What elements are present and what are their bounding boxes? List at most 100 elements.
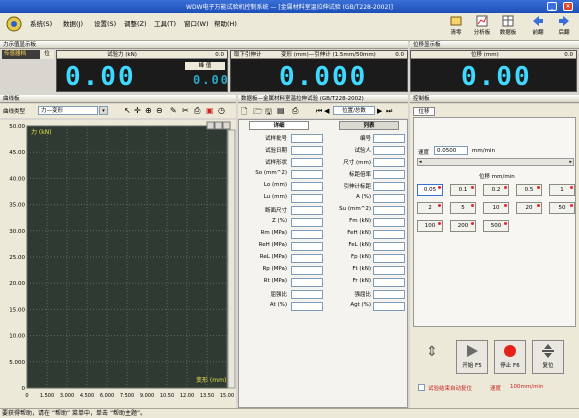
first-record-icon[interactable]: ⏮ bbox=[316, 107, 322, 116]
print-icon[interactable]: ⎙ bbox=[194, 106, 200, 116]
table-field-value[interactable] bbox=[373, 278, 405, 287]
table-field-value[interactable] bbox=[291, 290, 323, 299]
jog-updown-icon[interactable]: ⇕ bbox=[424, 344, 440, 366]
table-field-value[interactable] bbox=[373, 194, 405, 203]
data-board-button[interactable]: 数据板 bbox=[495, 15, 521, 39]
menu-help[interactable]: 帮助(H) bbox=[214, 18, 237, 28]
tab-displacement[interactable]: 位移 bbox=[413, 107, 435, 116]
table-field-value[interactable] bbox=[373, 146, 405, 155]
table-field-value[interactable] bbox=[373, 158, 405, 167]
table-field-value[interactable] bbox=[291, 218, 323, 227]
table-field-value[interactable] bbox=[373, 290, 405, 299]
speed-preset-button[interactable]: 5 bbox=[450, 202, 476, 214]
x-tick-label: 1.500 bbox=[40, 393, 54, 399]
speed-preset-button[interactable]: 0.5 bbox=[516, 184, 542, 196]
chevron-down-icon[interactable]: ▾ bbox=[99, 106, 108, 115]
save-icon[interactable]: 🖫 bbox=[265, 106, 272, 120]
table-field-value[interactable] bbox=[291, 158, 323, 167]
stop-button[interactable]: 停止 F6 bbox=[494, 340, 526, 374]
speed-preset-button[interactable]: 20 bbox=[516, 202, 542, 214]
table-field-value[interactable] bbox=[373, 302, 405, 311]
table-field-label: Z (%) bbox=[271, 218, 287, 224]
reset-button[interactable]: 复位 bbox=[532, 340, 564, 374]
extensometer-status[interactable]: 取下引伸计 bbox=[234, 52, 262, 58]
speed-preset-button[interactable]: 2 bbox=[417, 202, 443, 214]
table-field-value[interactable] bbox=[373, 170, 405, 179]
clear-button[interactable]: 清零 bbox=[443, 15, 469, 39]
report-icon[interactable]: ▤ bbox=[277, 106, 285, 115]
backward-button[interactable]: 后翻 bbox=[551, 15, 577, 39]
scroll-right-button[interactable] bbox=[214, 121, 223, 130]
zoom-in-icon[interactable]: ⊕ bbox=[145, 106, 152, 115]
table-field-value[interactable] bbox=[291, 266, 323, 275]
tab-list[interactable]: 列表 bbox=[339, 121, 399, 130]
table-field-value[interactable] bbox=[291, 242, 323, 251]
speed-preset-button[interactable]: 0.1 bbox=[450, 184, 476, 196]
forward-button[interactable]: 前翻 bbox=[525, 15, 551, 39]
stop-icon bbox=[504, 345, 516, 357]
table-field-value[interactable] bbox=[291, 206, 323, 215]
menu-adjust[interactable]: 调整(Z) bbox=[124, 18, 147, 28]
speed-preset-button[interactable]: 1 bbox=[549, 184, 575, 196]
table-field-value[interactable] bbox=[373, 254, 405, 263]
crosshair-icon[interactable]: ✛ bbox=[134, 106, 141, 115]
table-field-value[interactable] bbox=[373, 242, 405, 251]
scroll-left-button[interactable] bbox=[206, 121, 215, 130]
speed-preset-button[interactable]: 0.2 bbox=[483, 184, 509, 196]
table-field-value[interactable] bbox=[291, 194, 323, 203]
analyze-button[interactable]: 分析板 bbox=[469, 15, 495, 39]
table-field-value[interactable] bbox=[291, 170, 323, 179]
table-field-value[interactable] bbox=[373, 218, 405, 227]
table-field-value[interactable] bbox=[373, 134, 405, 143]
table-field-value[interactable] bbox=[373, 266, 405, 275]
table-field-value[interactable] bbox=[291, 302, 323, 311]
chart-vertical-scrollbar[interactable] bbox=[227, 129, 236, 389]
speed-preset-button[interactable]: 200 bbox=[450, 220, 476, 232]
scissors-icon[interactable]: ✂ bbox=[182, 106, 189, 115]
curve-type-select[interactable]: 力—变形 bbox=[38, 106, 98, 115]
table-field-value[interactable] bbox=[373, 182, 405, 191]
table-field-value[interactable] bbox=[291, 182, 323, 191]
last-record-icon[interactable]: ⏭ bbox=[386, 107, 392, 116]
print-icon[interactable]: ⎙ bbox=[292, 106, 298, 116]
table-field-value[interactable] bbox=[291, 278, 323, 287]
speed-preset-button[interactable]: 50 bbox=[549, 202, 575, 214]
menu-system[interactable]: 系统(S) bbox=[30, 18, 52, 28]
speed-slider[interactable]: ◂ ▸ bbox=[417, 158, 574, 166]
pen-icon[interactable]: ✎ bbox=[170, 106, 177, 115]
menu-settings[interactable]: 设置(S) bbox=[94, 18, 116, 28]
prev-record-icon[interactable]: ◀ bbox=[324, 107, 329, 115]
sensor-value[interactable]: 位 bbox=[40, 50, 54, 59]
new-file-icon[interactable]: 🗋 bbox=[241, 106, 247, 120]
chevron-right-icon[interactable]: ▸ bbox=[569, 159, 572, 165]
control-panel: 位移 速度 0.0500 mm/min ◂ ▸ 位移 mm/min 0.05 0.… bbox=[410, 104, 579, 408]
auto-return-checkbox[interactable] bbox=[418, 384, 425, 391]
speed-input[interactable]: 0.0500 bbox=[434, 146, 468, 155]
next-record-icon[interactable]: ▶ bbox=[377, 107, 382, 115]
zoom-out-icon[interactable]: ⊖ bbox=[156, 106, 163, 115]
table-field-value[interactable] bbox=[291, 134, 323, 143]
table-field-value[interactable] bbox=[373, 206, 405, 215]
table-field-value[interactable] bbox=[373, 230, 405, 239]
export-icon[interactable]: ▣ bbox=[206, 106, 214, 115]
close-icon[interactable]: ✕ bbox=[563, 2, 573, 11]
table-field-value[interactable] bbox=[291, 254, 323, 263]
speed-preset-button[interactable]: 100 bbox=[417, 220, 443, 232]
minimize-icon[interactable]: _ bbox=[547, 2, 557, 11]
pointer-icon[interactable]: ↖ bbox=[124, 106, 131, 115]
force-panel-header: 力示值显示板 bbox=[0, 41, 408, 49]
chevron-left-icon[interactable]: ◂ bbox=[419, 159, 422, 165]
scroll-end-button[interactable] bbox=[222, 121, 231, 130]
speed-preset-button[interactable]: 0.05 bbox=[417, 184, 443, 196]
menu-tools[interactable]: 工具(T) bbox=[154, 18, 176, 28]
speed-preset-button[interactable]: 500 bbox=[483, 220, 509, 232]
open-file-icon[interactable]: 🗁 bbox=[253, 106, 263, 120]
clock-icon[interactable]: ◷ bbox=[218, 106, 225, 115]
start-button[interactable]: 开始 F5 bbox=[456, 340, 488, 374]
menu-data[interactable]: 数据(J) bbox=[63, 18, 83, 28]
speed-preset-button[interactable]: 10 bbox=[483, 202, 509, 214]
table-field-value[interactable] bbox=[291, 230, 323, 239]
tab-detail[interactable]: 详细 bbox=[249, 121, 309, 130]
table-field-value[interactable] bbox=[291, 146, 323, 155]
menu-window[interactable]: 窗口(W) bbox=[184, 18, 209, 28]
